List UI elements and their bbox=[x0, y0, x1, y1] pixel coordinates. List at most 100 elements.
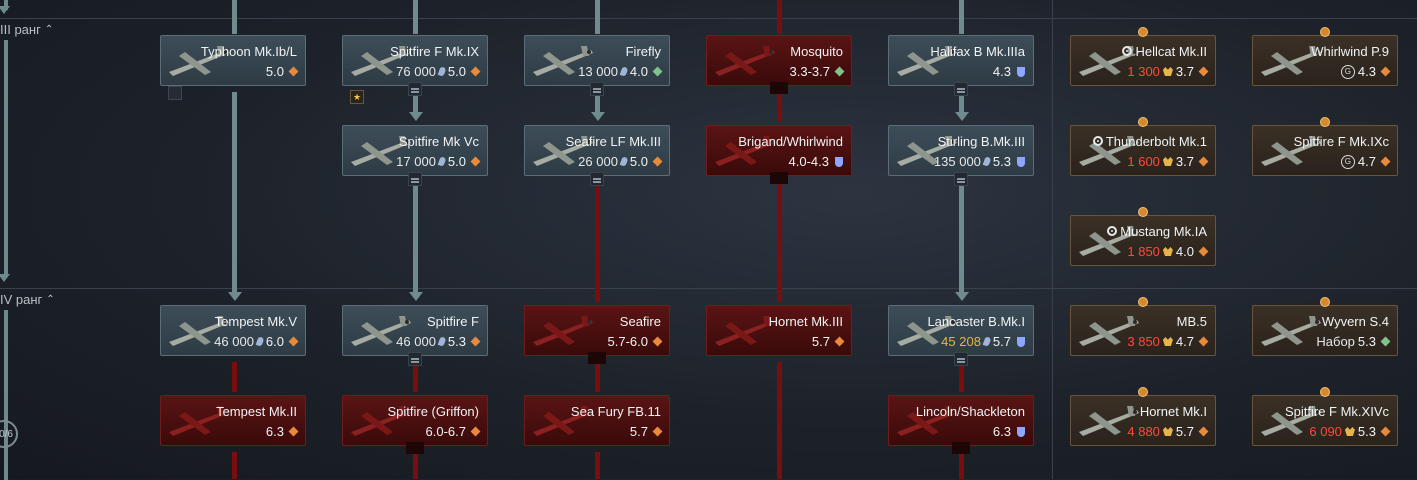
vehicle-card-spitfire-griffon[interactable]: Spitfire (Griffon) 6.0-6.7 bbox=[342, 395, 488, 446]
gift-icon: G bbox=[1340, 154, 1355, 169]
tree-line bbox=[777, 92, 782, 122]
br-orange-diamond-icon bbox=[1198, 66, 1209, 77]
vehicle-card-hellcat[interactable]: Hellcat Mk.II 1 300 3.7 bbox=[1070, 35, 1216, 86]
br-green-diamond-icon bbox=[834, 66, 845, 77]
research-points-icon bbox=[255, 336, 265, 347]
vehicle-stats: 4 880 5.7 bbox=[1127, 424, 1209, 439]
research-points-icon bbox=[437, 156, 447, 167]
vehicle-card-tempest-v[interactable]: Tempest Mk.V 46 000 6.0 bbox=[160, 305, 306, 356]
vehicle-name-text: Whirlwind P.9 bbox=[1311, 44, 1389, 59]
rank-label-text: IV ранг bbox=[0, 292, 43, 307]
vehicle-card-spitfire-mkvc[interactable]: Spitfire Mk Vc 17 000 5.0 bbox=[342, 125, 488, 176]
vehicle-card-thunderbolt[interactable]: Thunderbolt Mk.1 1 600 3.7 bbox=[1070, 125, 1216, 176]
vehicle-stats: 46 000 5.3 bbox=[396, 334, 481, 349]
br-orange-diamond-icon bbox=[1380, 426, 1391, 437]
vehicle-name-text: Brigand/Whirlwind bbox=[738, 134, 843, 149]
crew-slot-icon[interactable] bbox=[168, 86, 182, 100]
slot-menu-icon[interactable] bbox=[954, 172, 968, 186]
modification-icon[interactable]: ★ bbox=[350, 90, 364, 104]
vehicle-card-seafire[interactable]: Seafire 5.7-6.0 bbox=[524, 305, 670, 356]
vehicle-card-spitfire-f[interactable]: Spitfire F 46 000 5.3 bbox=[342, 305, 488, 356]
slot-menu-icon[interactable] bbox=[590, 172, 604, 186]
vehicle-name-text: Wyvern S.4 bbox=[1321, 314, 1389, 329]
tree-line bbox=[232, 452, 237, 479]
vehicle-card-whirlwind-p9[interactable]: Whirlwind P.9 G 4.3 bbox=[1252, 35, 1398, 86]
br-orange-diamond-icon bbox=[470, 336, 481, 347]
battle-rating: 5.7 bbox=[811, 334, 830, 349]
vehicle-name-text: Thunderbolt Mk.1 bbox=[1105, 134, 1207, 149]
premium-badge-icon bbox=[1320, 27, 1330, 37]
battle-rating: 5.0 bbox=[265, 64, 284, 79]
tree-line bbox=[232, 92, 237, 292]
vehicle-card-hornet-iii[interactable]: Hornet Mk.III 5.7 bbox=[706, 305, 852, 356]
battle-rating: 5.0 bbox=[629, 154, 648, 169]
br-orange-diamond-icon bbox=[470, 156, 481, 167]
battle-rating: 6.0-6.7 bbox=[425, 424, 466, 439]
bomber-shield-icon bbox=[835, 156, 843, 167]
vehicle-card-brigand[interactable]: Brigand/Whirlwind 4.0-4.3 bbox=[706, 125, 852, 176]
vehicle-card-spitfire-ixc[interactable]: Spitfire F Mk.IXc G 4.7 bbox=[1252, 125, 1398, 176]
vehicle-stats: 6.3 bbox=[993, 424, 1025, 439]
golden-eagle-icon bbox=[1162, 337, 1173, 346]
vehicle-stats: 45 208 5.7 bbox=[941, 334, 1025, 349]
vehicle-card-seafire-lf[interactable]: Seafire LF Mk.III 26 000 5.0 bbox=[524, 125, 670, 176]
vehicle-stats: 5.7-6.0 bbox=[608, 334, 663, 349]
rank-iii-label[interactable]: III ранг ⌃ bbox=[0, 22, 53, 37]
research-points-icon bbox=[982, 156, 992, 167]
tree-line bbox=[595, 452, 600, 479]
arrow-head bbox=[409, 112, 423, 121]
vehicle-card-lancaster[interactable]: Lancaster B.Mk.I 45 208 5.7 bbox=[888, 305, 1034, 356]
br-orange-diamond-icon bbox=[470, 426, 481, 437]
vehicle-card-firefly[interactable]: Firefly 13 000 4.0 bbox=[524, 35, 670, 86]
rank-progress-circle: 0/6 bbox=[0, 420, 18, 448]
vehicle-name: Seafire bbox=[620, 314, 661, 329]
battle-rating: 4.3 bbox=[1357, 64, 1376, 79]
vehicle-name-text: Spitfire F bbox=[426, 314, 479, 329]
slot-menu-icon[interactable] bbox=[954, 352, 968, 366]
premium-badge-icon bbox=[1138, 117, 1148, 127]
vehicle-card-spitfire-xivc[interactable]: Spitfire F Mk.XIVc 6 090 5.3 bbox=[1252, 395, 1398, 446]
vehicle-name: Spitfire F Mk.IXc bbox=[1294, 134, 1389, 149]
vehicle-card-mustang[interactable]: Mustang Mk.IA 1 850 4.0 bbox=[1070, 215, 1216, 266]
slot-menu-icon[interactable] bbox=[408, 82, 422, 96]
golden-eagle-icon bbox=[1344, 427, 1355, 436]
slot-menu-icon[interactable] bbox=[408, 352, 422, 366]
vehicle-card-stirling[interactable]: Stirling B.Mk.III 135 000 5.3 bbox=[888, 125, 1034, 176]
slot-menu-icon[interactable] bbox=[954, 82, 968, 96]
battle-rating: 6.0 bbox=[265, 334, 284, 349]
vehicle-card-mosquito[interactable]: Mosquito 3.3-3.7 bbox=[706, 35, 852, 86]
battle-rating: 4.0 bbox=[629, 64, 648, 79]
vehicle-card-halifax[interactable]: Halifax B Mk.IIIa 4.3 bbox=[888, 35, 1034, 86]
vehicle-name-text: Hornet Mk.III bbox=[768, 314, 843, 329]
vehicle-stats: 46 000 6.0 bbox=[214, 334, 299, 349]
vehicle-card-lincoln[interactable]: Lincoln/Shackleton 6.3 bbox=[888, 395, 1034, 446]
locked-slot-icon bbox=[770, 172, 788, 184]
vehicle-card-seafury[interactable]: Sea Fury FB.11 5.7 bbox=[524, 395, 670, 446]
vehicle-cost: 45 208 bbox=[941, 334, 981, 349]
slot-menu-icon[interactable] bbox=[590, 82, 604, 96]
vehicle-card-wyvern[interactable]: Wyvern S.4 Набор 5.3 bbox=[1252, 305, 1398, 356]
vehicle-card-typhoon[interactable]: Typhoon Mk.Ib/L 5.0 bbox=[160, 35, 306, 86]
bomber-shield-icon bbox=[1017, 426, 1025, 437]
battle-rating: 6.3 bbox=[992, 424, 1011, 439]
vehicle-name: Tempest Mk.II bbox=[216, 404, 297, 419]
slot-menu-icon[interactable] bbox=[408, 172, 422, 186]
vehicle-name-text: Hornet Mk.I bbox=[1139, 404, 1207, 419]
vehicle-stats: 135 000 5.3 bbox=[934, 154, 1025, 169]
vehicle-card-mb5[interactable]: MB.5 3 850 4.7 bbox=[1070, 305, 1216, 356]
battle-rating: 5.3 bbox=[1357, 334, 1376, 349]
vehicle-stats: 3.3-3.7 bbox=[790, 64, 845, 79]
vehicle-card-spitfire-f-mkix[interactable]: Spitfire F Mk.IX 76 000 5.0 bbox=[342, 35, 488, 86]
rank-iv-label[interactable]: IV ранг ⌃ bbox=[0, 292, 55, 307]
br-orange-diamond-icon bbox=[1198, 426, 1209, 437]
rank-arrow bbox=[0, 6, 10, 14]
vehicle-name-text: Mosquito bbox=[790, 44, 843, 59]
vehicle-card-tempest-ii[interactable]: Tempest Mk.II 6.3 bbox=[160, 395, 306, 446]
vehicle-stats: 1 850 4.0 bbox=[1127, 244, 1209, 259]
tree-line bbox=[959, 452, 964, 479]
br-orange-diamond-icon bbox=[1198, 156, 1209, 167]
vehicle-card-hornet-i[interactable]: Hornet Mk.I 4 880 5.7 bbox=[1070, 395, 1216, 446]
vehicle-stats: 6 090 5.3 bbox=[1309, 424, 1391, 439]
locked-slot-icon bbox=[952, 442, 970, 454]
golden-eagle-icon bbox=[1162, 157, 1173, 166]
